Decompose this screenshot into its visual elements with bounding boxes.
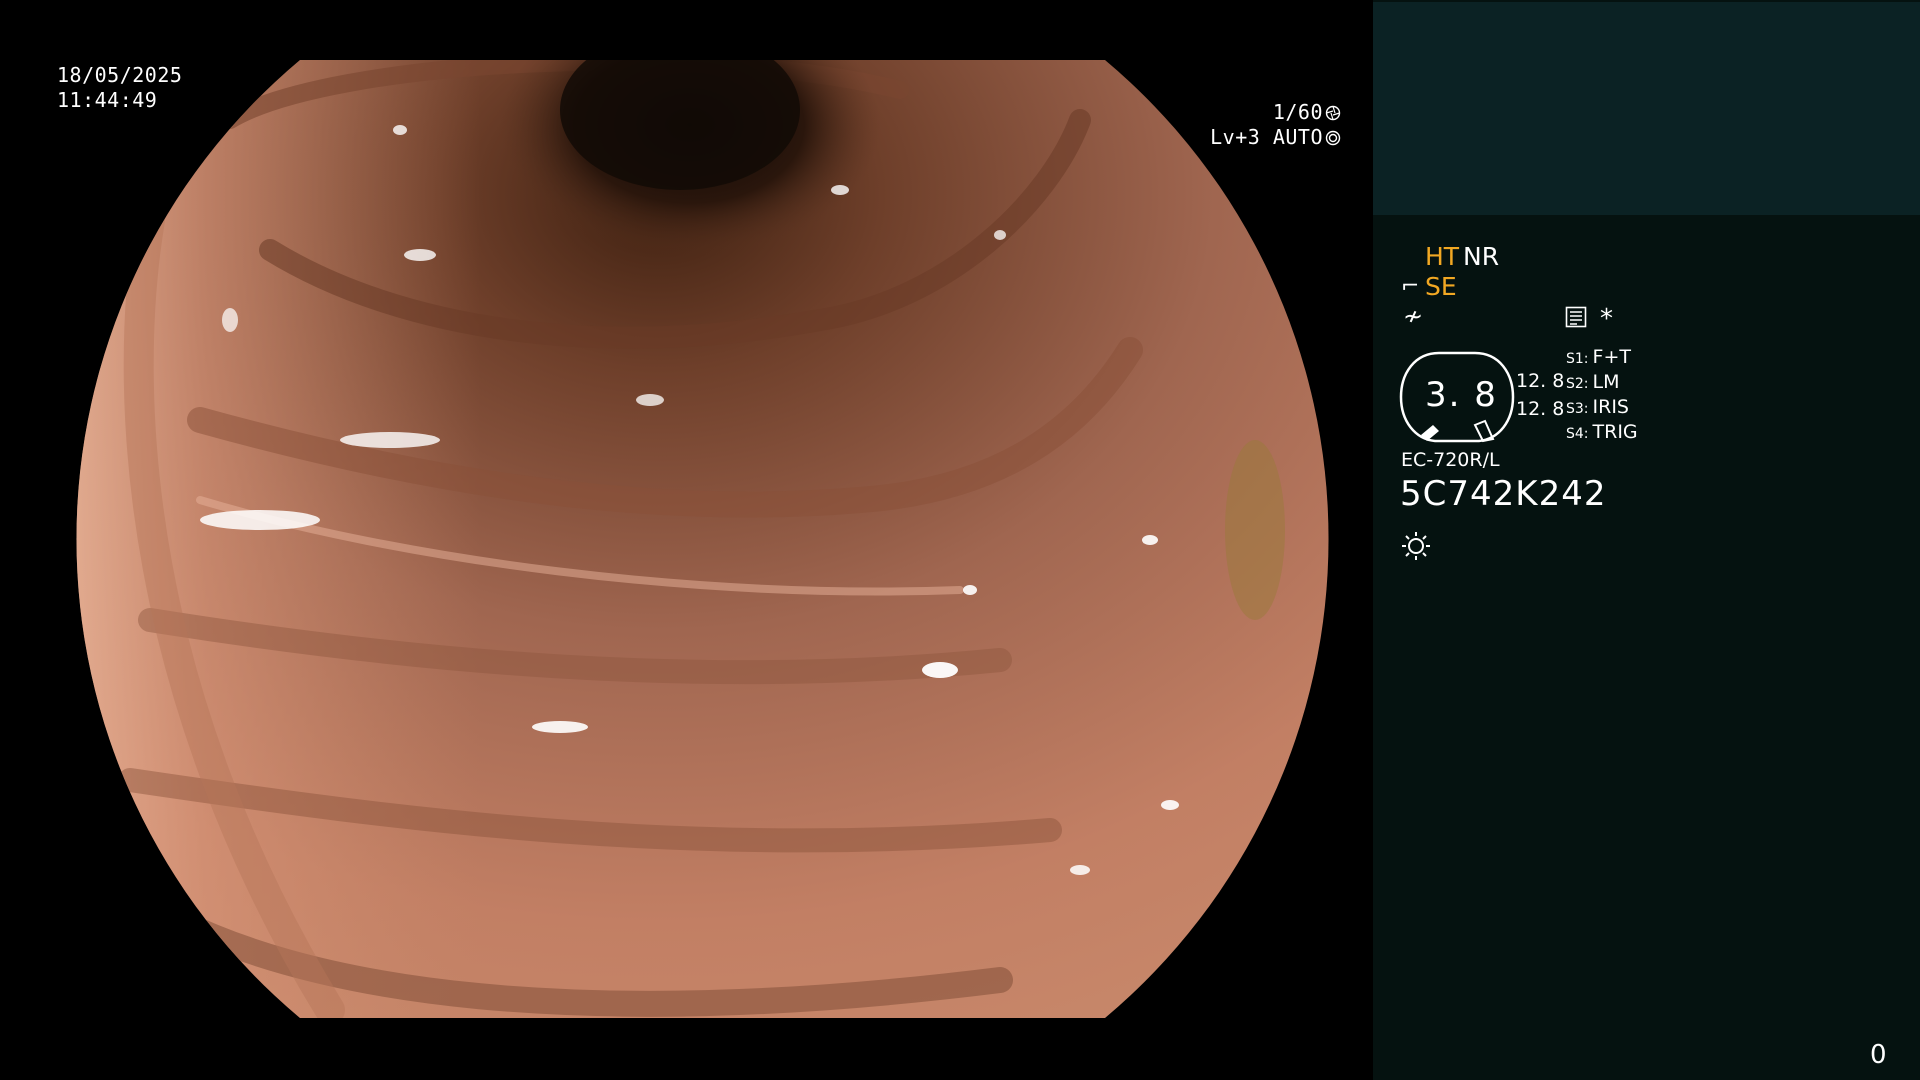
- switch-s4: S4: TRIG: [1566, 421, 1638, 443]
- brightness-level: Lv+3: [1210, 125, 1261, 149]
- status-panel: HT NR ⌐ SE ≁ * 3. 8 12. 8 12. 8 S1: F+T S…: [1373, 0, 1920, 1080]
- time-text: 11:44:49: [57, 88, 158, 112]
- scope-se-icon: ⌐: [1401, 274, 1420, 299]
- ht-indicator: HT: [1425, 242, 1460, 271]
- shutter-icon: [1325, 105, 1341, 121]
- scope-serial-number: 5C742K242: [1400, 474, 1607, 514]
- endoscopic-image: [76, 60, 1329, 1018]
- iris-icon: [1325, 130, 1341, 146]
- enhance-icon: ≁: [1403, 302, 1424, 330]
- record-icon: [1565, 306, 1587, 328]
- patient-info-area: [1373, 2, 1920, 215]
- zoom-reading-2: 12. 8: [1516, 398, 1565, 420]
- zoom-reading-1: 12. 8: [1516, 370, 1565, 392]
- star-icon: *: [1600, 304, 1613, 334]
- endoscope-video: 18/05/2025 11:44:49 1/60 Lv+3 AUTO: [0, 0, 1373, 1080]
- iris-mode: AUTO: [1272, 125, 1323, 149]
- date-time-display: 18/05/2025 11:44:49: [57, 63, 182, 113]
- zoom-value: 3. 8: [1425, 375, 1498, 415]
- shutter-speed: 1/60: [1272, 100, 1323, 124]
- scope-model: EC-720R/L: [1401, 449, 1500, 471]
- light-icon: [1402, 532, 1430, 560]
- se-indicator: SE: [1425, 272, 1457, 301]
- exposure-display: 1/60 Lv+3 AUTO: [1210, 100, 1341, 150]
- switch-s2: S2: LM: [1566, 371, 1620, 393]
- switch-s1: S1: F+T: [1566, 346, 1631, 368]
- switch-s3: S3: IRIS: [1566, 396, 1629, 418]
- date-text: 18/05/2025: [57, 63, 183, 87]
- frame-counter: 0: [1870, 1040, 1887, 1070]
- nr-indicator: NR: [1463, 242, 1500, 271]
